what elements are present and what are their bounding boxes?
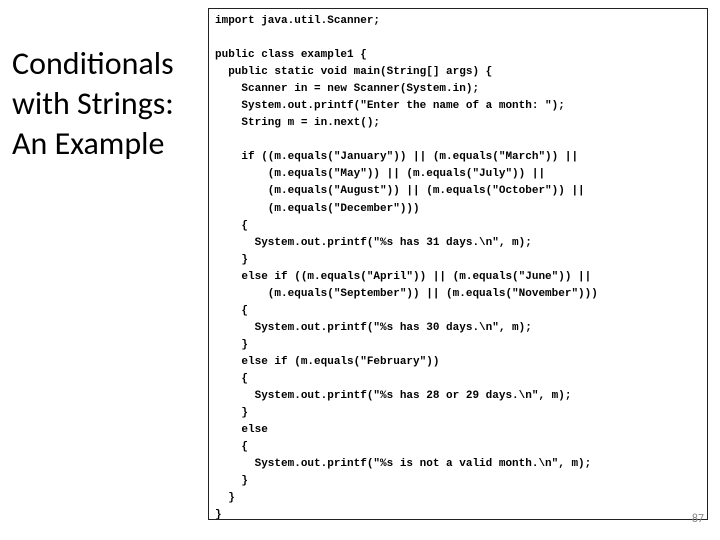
code-block: import java.util.Scanner; public class e… xyxy=(208,8,708,520)
title-line-2: with Strings: xyxy=(12,84,174,123)
title-line-3: An Example xyxy=(12,124,164,163)
title-line-1: Conditionals xyxy=(12,44,174,83)
slide: Conditionals with Strings: An Example im… xyxy=(0,0,720,540)
slide-title: Conditionals with Strings: An Example xyxy=(12,44,204,164)
page-number: 87 xyxy=(692,512,704,526)
